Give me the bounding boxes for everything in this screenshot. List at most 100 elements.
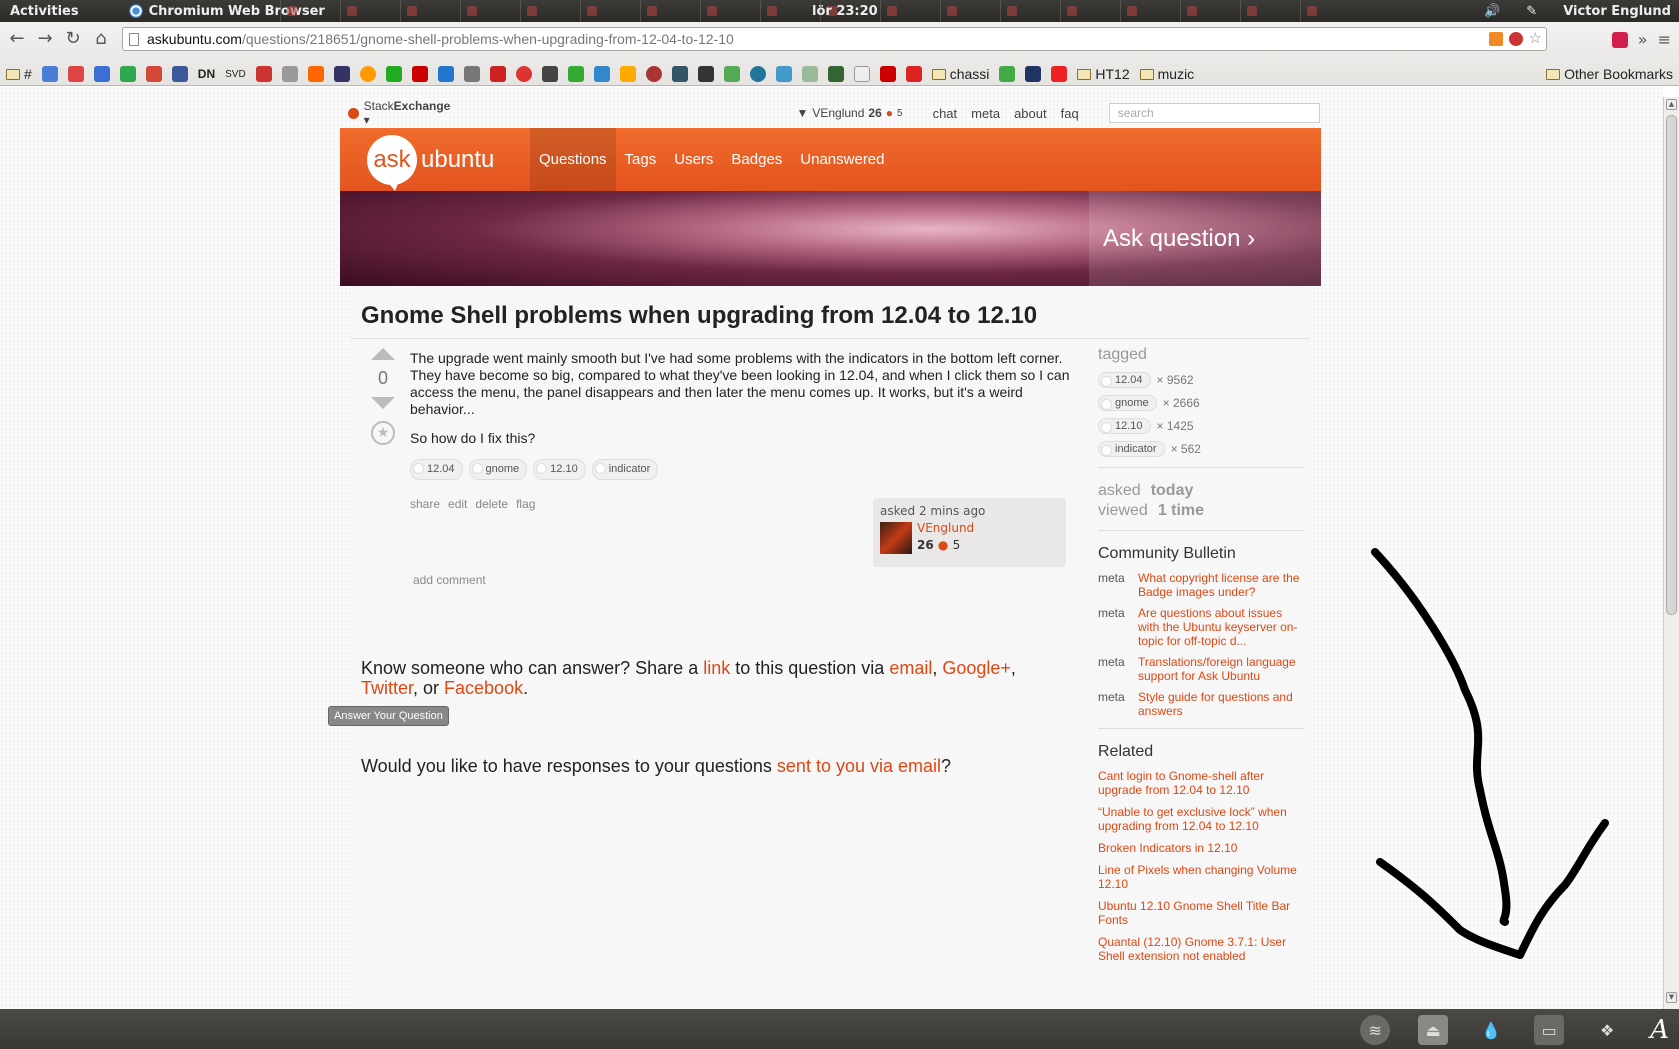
bookmark-icon[interactable] <box>489 66 506 82</box>
browser-tab[interactable] <box>940 0 1000 22</box>
browser-tab[interactable] <box>1240 0 1300 22</box>
facebook-icon[interactable] <box>171 66 188 82</box>
activities-button[interactable]: Activities <box>0 4 89 19</box>
bookmark-dn[interactable]: DN <box>198 67 215 81</box>
tray-font-icon[interactable]: A <box>1650 1015 1669 1045</box>
bookmark-folder-muzic[interactable]: muzic <box>1139 66 1194 82</box>
browser-tab[interactable] <box>580 0 640 22</box>
bookmark-icon[interactable] <box>255 66 272 82</box>
bookmark-folder[interactable]: # <box>6 66 32 82</box>
nav-tags[interactable]: Tags <box>616 128 666 191</box>
browser-tab[interactable] <box>1060 0 1120 22</box>
bookmark-icon[interactable] <box>281 66 298 82</box>
calendar-icon[interactable] <box>93 66 110 82</box>
bulletin-link[interactable]: Translations/foreign language support fo… <box>1138 655 1300 683</box>
browser-tab[interactable] <box>760 0 820 22</box>
owner-name[interactable]: VEnglund <box>917 521 974 535</box>
notification-icon[interactable] <box>348 107 359 119</box>
scroll-down-icon[interactable]: ▼ <box>1666 992 1677 1003</box>
eject-icon[interactable]: ⏏ <box>1418 1015 1449 1045</box>
related-link[interactable]: Quantal (12.10) Gnome 3.7.1: User Shell … <box>1098 935 1298 963</box>
wordpress-icon[interactable] <box>749 66 766 82</box>
vote-up-icon[interactable] <box>371 348 395 360</box>
user-menu[interactable]: Victor Englund <box>1563 4 1671 19</box>
rss-icon[interactable] <box>1488 32 1503 46</box>
scrollbar-thumb[interactable] <box>1666 115 1677 615</box>
bookmark-icon[interactable] <box>879 66 896 82</box>
share-link[interactable]: share <box>410 496 440 513</box>
bookmark-icon[interactable] <box>1025 66 1042 82</box>
tag-gnome[interactable]: gnome <box>468 459 528 480</box>
browser-tab[interactable] <box>280 0 340 22</box>
image-viewer-icon[interactable]: ▭ <box>1534 1015 1565 1045</box>
share-email-link[interactable]: email <box>889 658 932 678</box>
bookmark-icon[interactable] <box>827 66 844 82</box>
delete-link[interactable]: delete <box>475 496 508 513</box>
blocker-icon[interactable] <box>1508 32 1523 46</box>
droplet-icon[interactable]: 💧 <box>1476 1015 1506 1045</box>
favorite-star-icon[interactable]: ★ <box>371 421 395 445</box>
answer-your-question-button[interactable]: Answer Your Question <box>328 706 449 726</box>
bookmark-icon[interactable] <box>801 66 818 82</box>
related-link[interactable]: Ubuntu 12.10 Gnome Shell Title Bar Fonts <box>1098 899 1298 927</box>
add-comment-link[interactable]: add comment <box>413 573 486 587</box>
related-link[interactable]: Cant login to Gnome-shell after upgrade … <box>1098 769 1298 797</box>
extension-icon[interactable] <box>1611 31 1628 48</box>
bulletin-link[interactable]: Are questions about issues with the Ubun… <box>1138 606 1300 648</box>
stackexchange-menu[interactable]: StackExchange ▾ <box>348 99 456 127</box>
bookmark-icon[interactable] <box>697 66 714 82</box>
question-title[interactable]: Gnome Shell problems when upgrading from… <box>361 302 1037 330</box>
about-link[interactable]: about <box>1014 106 1047 121</box>
edit-link[interactable]: edit <box>448 496 467 513</box>
sidebar-tag[interactable]: 12.04 <box>1098 372 1151 388</box>
chat-link[interactable]: chat <box>933 106 958 121</box>
bookmark-icon[interactable] <box>359 66 376 82</box>
pen-icon[interactable]: ✎ <box>1526 4 1537 19</box>
related-link[interactable]: Line of Pixels when changing Volume 12.1… <box>1098 863 1298 891</box>
browser-tab[interactable] <box>1300 0 1360 22</box>
tag-indicator[interactable]: indicator <box>591 459 659 480</box>
googleplus-icon[interactable] <box>145 66 162 82</box>
share-facebook-link[interactable]: Facebook <box>444 678 523 698</box>
avatar[interactable] <box>880 522 912 554</box>
reload-icon[interactable]: ↻ <box>62 28 84 49</box>
vote-down-icon[interactable] <box>371 397 395 409</box>
related-link[interactable]: “Unable to get exclusive lock” when upgr… <box>1098 805 1298 833</box>
bookmark-icon[interactable] <box>645 66 662 82</box>
askubuntu-logo[interactable]: ask ubuntu <box>367 134 517 191</box>
home-icon[interactable]: ⌂ <box>90 28 112 49</box>
ycombinator-icon[interactable] <box>307 66 324 82</box>
sidebar-tag[interactable]: indicator <box>1098 441 1165 457</box>
email-subscribe-link[interactable]: sent to you via email <box>777 756 941 776</box>
browser-tab[interactable] <box>1180 0 1240 22</box>
address-bar[interactable]: askubuntu.com/questions/218651/gnome-she… <box>122 27 1547 51</box>
spotify-icon[interactable]: ≋ <box>1360 1015 1391 1045</box>
faq-link[interactable]: faq <box>1061 106 1079 121</box>
bookmark-icon[interactable] <box>385 66 402 82</box>
share-twitter-link[interactable]: Twitter <box>361 678 413 698</box>
browser-tab[interactable] <box>400 0 460 22</box>
bookmark-folder-ht12[interactable]: HT12 <box>1077 66 1130 82</box>
browser-tab[interactable] <box>640 0 700 22</box>
browser-tab[interactable] <box>1120 0 1180 22</box>
related-link[interactable]: Broken Indicators in 12.10 <box>1098 841 1298 855</box>
share-googleplus-link[interactable]: Google+ <box>942 658 1011 678</box>
gmail-icon[interactable] <box>67 66 84 82</box>
scroll-up-icon[interactable]: ▲ <box>1666 99 1677 110</box>
tag-12-10[interactable]: 12.10 <box>533 459 586 480</box>
bookmark-star-icon[interactable]: ☆ <box>1529 31 1542 46</box>
sidebar-tag[interactable]: gnome <box>1098 395 1157 411</box>
bookmark-icon[interactable] <box>619 66 636 82</box>
bulletin-link[interactable]: Style guide for questions and answers <box>1138 690 1300 718</box>
overflow-chevron-icon[interactable]: » <box>1638 30 1648 49</box>
ica-icon[interactable] <box>1051 66 1068 82</box>
browser-tab[interactable] <box>1000 0 1060 22</box>
browser-tab[interactable] <box>520 0 580 22</box>
nav-badges[interactable]: Badges <box>722 128 791 191</box>
bookmark-icon[interactable] <box>593 66 610 82</box>
flag-link[interactable]: flag <box>516 496 535 513</box>
forward-icon[interactable]: → <box>34 28 56 49</box>
browser-tab[interactable] <box>340 0 400 22</box>
bookmark-icon[interactable] <box>999 66 1016 82</box>
other-bookmarks[interactable]: Other Bookmarks <box>1546 66 1673 82</box>
